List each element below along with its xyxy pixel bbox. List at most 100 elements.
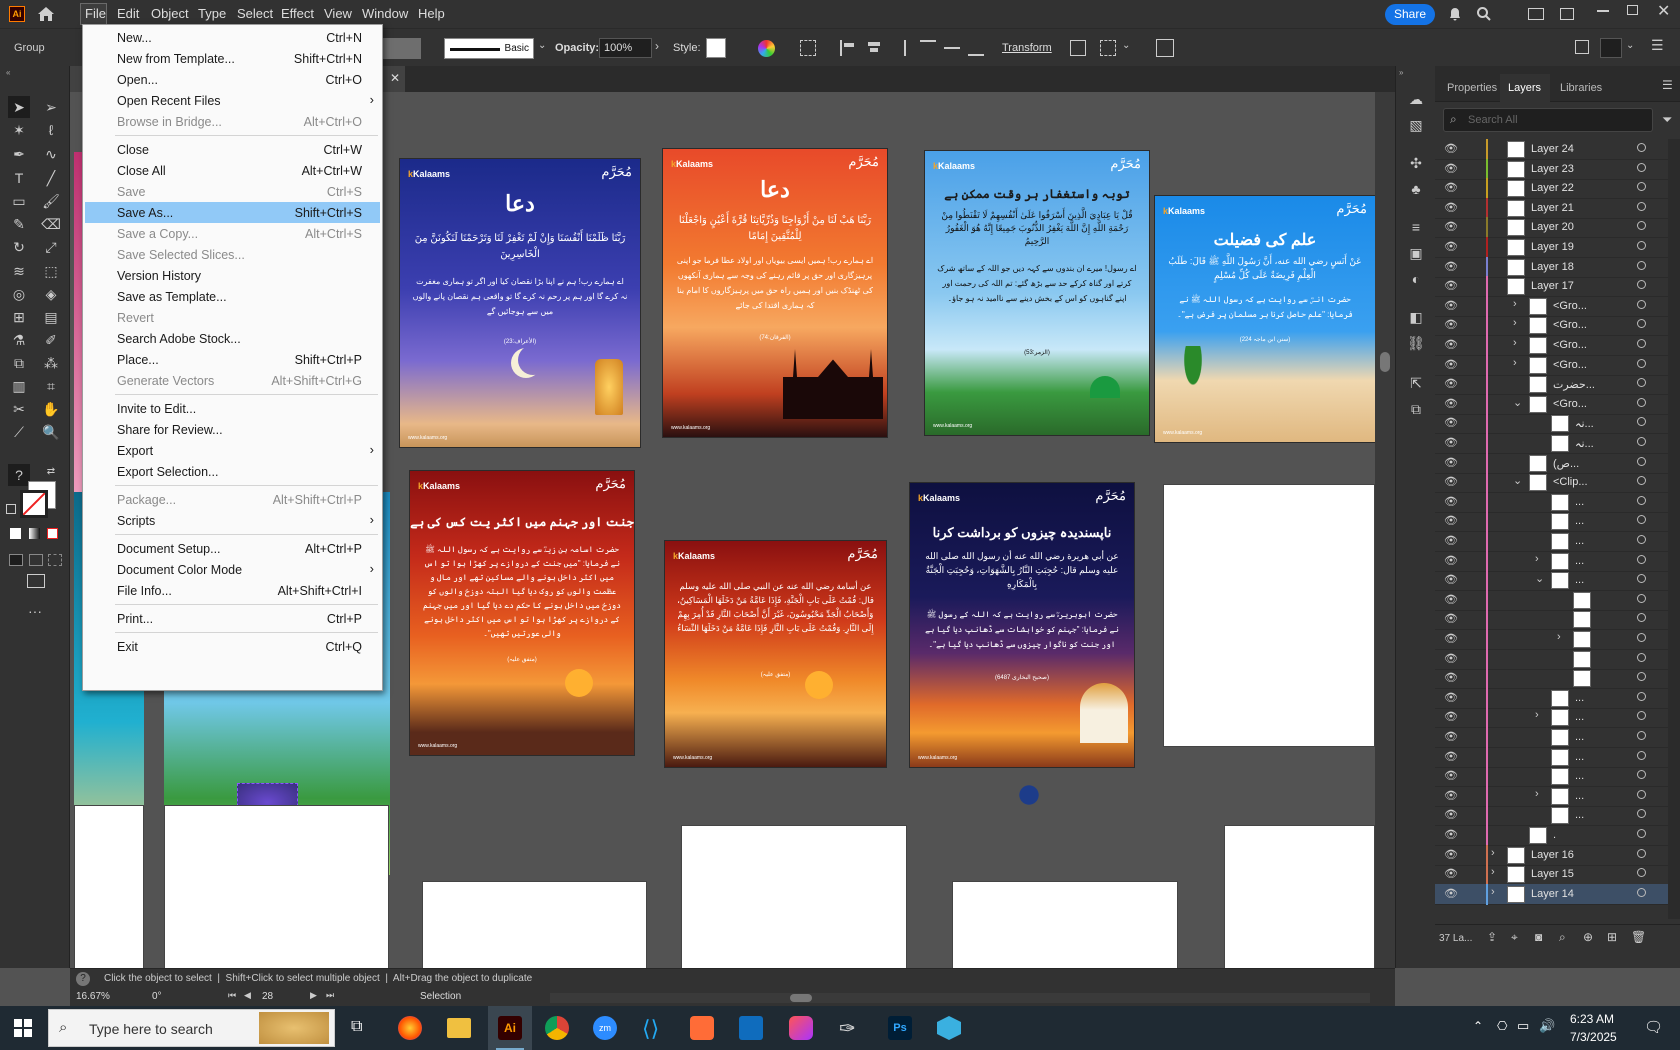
puppet-warp-icon[interactable]: ✣ [1405, 152, 1427, 174]
align-top-icon[interactable] [920, 40, 936, 56]
crop-image-icon[interactable] [1156, 39, 1174, 57]
target-icon[interactable] [1637, 221, 1646, 231]
poster-dua-2[interactable]: kKalaams مُحَرَّم دعا رَبَّنَا هَبْ لَنَ… [662, 148, 888, 438]
visibility-eye-icon[interactable]: 👁 [1444, 299, 1458, 312]
target-icon[interactable] [1637, 789, 1646, 799]
chevron-right-icon[interactable]: › [1513, 298, 1517, 310]
gradient-panel-icon[interactable]: ▣ [1405, 242, 1427, 264]
visibility-eye-icon[interactable]: 👁 [1444, 181, 1458, 194]
file-menu-item-new-from-template[interactable]: New from Template... Shift+Ctrl+N [85, 48, 380, 69]
search-icon[interactable] [1476, 6, 1492, 25]
layer-row[interactable]: 👁 › <Gro... [1435, 295, 1680, 317]
layer-row[interactable]: 👁 Layer 19 [1435, 237, 1680, 258]
target-icon[interactable] [1637, 162, 1646, 172]
file-menu-item-place[interactable]: Place... Shift+Ctrl+P [85, 349, 380, 370]
tab-libraries[interactable]: Libraries [1560, 82, 1602, 94]
layer-row[interactable]: 👁... [1435, 491, 1680, 513]
chevron-right-icon[interactable]: › [1491, 847, 1495, 859]
lasso-tool-icon[interactable]: ℓ [40, 119, 62, 141]
target-icon[interactable] [1637, 731, 1646, 740]
menu-view[interactable]: View [324, 6, 352, 21]
rotate-view-field[interactable]: 0° [152, 991, 162, 1002]
layer-row[interactable]: 👁 [1435, 609, 1680, 631]
tab-layers[interactable]: Layers [1508, 82, 1541, 94]
photoshop-icon[interactable]: Ps [888, 1016, 912, 1040]
visibility-eye-icon[interactable]: 👁 [1444, 769, 1458, 782]
chevron-down-icon[interactable]: ⌄ [1513, 396, 1522, 409]
target-icon[interactable] [1637, 201, 1646, 211]
panel-menu-icon[interactable]: ☰ [1651, 37, 1664, 54]
chevron-down-icon[interactable]: ⌄ [538, 40, 546, 51]
visibility-eye-icon[interactable]: 👁 [1444, 652, 1458, 665]
artboard-tool-icon[interactable]: ⌗ [40, 375, 62, 397]
visibility-eye-icon[interactable]: 👁 [1444, 887, 1458, 900]
file-menu-item-document-color-mode[interactable]: Document Color Mode › [85, 559, 380, 580]
transform-icon[interactable] [1070, 40, 1086, 56]
magic-wand-tool-icon[interactable]: ✶ [8, 119, 30, 141]
file-menu-item-close-all[interactable]: Close All Alt+Ctrl+W [85, 160, 380, 181]
visibility-eye-icon[interactable]: 👁 [1444, 260, 1458, 273]
horizontal-scrollbar[interactable] [550, 993, 1370, 1003]
pen-tool-icon[interactable]: ✒ [8, 143, 30, 165]
links-icon[interactable]: ⛓ [1405, 332, 1427, 354]
share-button[interactable]: Share [1385, 4, 1435, 25]
file-menu-item-export-selection[interactable]: Export Selection... [85, 461, 380, 482]
file-menu-item-export[interactable]: Export › [85, 440, 380, 461]
layer-row[interactable]: 👁 Layer 18 [1435, 256, 1680, 278]
chevron-right-icon[interactable]: › [1513, 357, 1517, 369]
tray-app-icon[interactable]: ⎔ [1497, 1019, 1507, 1033]
layer-row[interactable]: 👁 › [1435, 629, 1680, 650]
target-icon[interactable] [1637, 554, 1646, 564]
menu-effect[interactable]: Effect [281, 6, 314, 21]
target-icon[interactable] [1637, 829, 1646, 838]
vertical-scrollbar[interactable] [1375, 92, 1395, 968]
poster-napasandida[interactable]: kKalaams مُحَرَّم ناپسندیدہ چیزوں کو برد… [909, 482, 1135, 768]
illustrator-taskbar-button[interactable]: Ai [488, 1006, 532, 1050]
chevron-down-icon[interactable]: ⌄ [1513, 474, 1522, 487]
file-menu-item-share-for-review[interactable]: Share for Review... [85, 419, 380, 440]
panel-layout-icon[interactable] [1560, 8, 1574, 20]
artboard-blank[interactable] [164, 805, 389, 968]
poster-tawba[interactable]: kKalaams مُحَرَّم توبہ واستغفار ہر وقت م… [924, 150, 1150, 436]
menu-object[interactable]: Object [151, 6, 189, 21]
home-icon[interactable] [36, 4, 56, 24]
file-explorer-icon[interactable] [447, 1018, 471, 1038]
layers-scrollbar[interactable] [1668, 139, 1680, 919]
scale-tool-icon[interactable]: ⤢ [40, 236, 62, 258]
make-clipping-mask-icon[interactable]: ◙ [1535, 930, 1542, 944]
layer-row[interactable]: 👁. [1435, 825, 1680, 846]
fill-swatch[interactable] [383, 38, 421, 59]
shaper-tool-icon[interactable]: ✎ [8, 213, 30, 235]
file-menu-item-document-setup[interactable]: Document Setup... Alt+Ctrl+P [85, 538, 380, 559]
clock-time[interactable]: 6:23 AM [1570, 1012, 1614, 1026]
eyedropper-tool-icon[interactable]: ⚗ [8, 329, 30, 351]
target-icon[interactable] [1637, 397, 1646, 407]
target-icon[interactable] [1637, 495, 1646, 505]
chevron-down-icon[interactable]: ⌄ [1122, 40, 1130, 51]
direct-selection-tool-icon[interactable]: ➢ [40, 96, 62, 118]
visibility-eye-icon[interactable]: 👁 [1444, 318, 1458, 331]
clock-date[interactable]: 7/3/2025 [1570, 1030, 1617, 1044]
opacity-field[interactable]: 100% [599, 38, 652, 58]
free-transform-tool-icon[interactable]: ⬚ [40, 260, 62, 282]
isolate-icon[interactable] [1100, 40, 1116, 56]
target-icon[interactable] [1637, 417, 1646, 427]
line-tool-icon[interactable]: ╱ [40, 167, 62, 189]
chevron-right-icon[interactable]: › [1535, 788, 1539, 800]
visibility-eye-icon[interactable]: 👁 [1444, 573, 1458, 586]
artboard-blank[interactable] [952, 881, 1178, 968]
artboard-blank[interactable] [1163, 484, 1375, 747]
visibility-eye-icon[interactable]: 👁 [1444, 456, 1458, 469]
volume-icon[interactable]: 🔊 [1539, 1018, 1555, 1034]
tray-chevron-icon[interactable]: ⌃ [1473, 1019, 1483, 1033]
live-paint-tool-icon[interactable]: ◈ [40, 283, 62, 305]
layer-row[interactable]: 👁 (ص... [1435, 452, 1680, 474]
selection-tool-icon[interactable]: ➤ [8, 96, 30, 118]
layer-row[interactable]: 👁... [1435, 511, 1680, 533]
export-icon[interactable]: ⇱ [1405, 372, 1427, 394]
visibility-eye-icon[interactable]: 👁 [1444, 416, 1458, 429]
target-icon[interactable] [1637, 809, 1646, 819]
visibility-eye-icon[interactable]: 👁 [1444, 358, 1458, 371]
file-menu-item-version-history[interactable]: Version History [85, 265, 380, 286]
chevron-right-icon[interactable]: › [1513, 317, 1517, 329]
